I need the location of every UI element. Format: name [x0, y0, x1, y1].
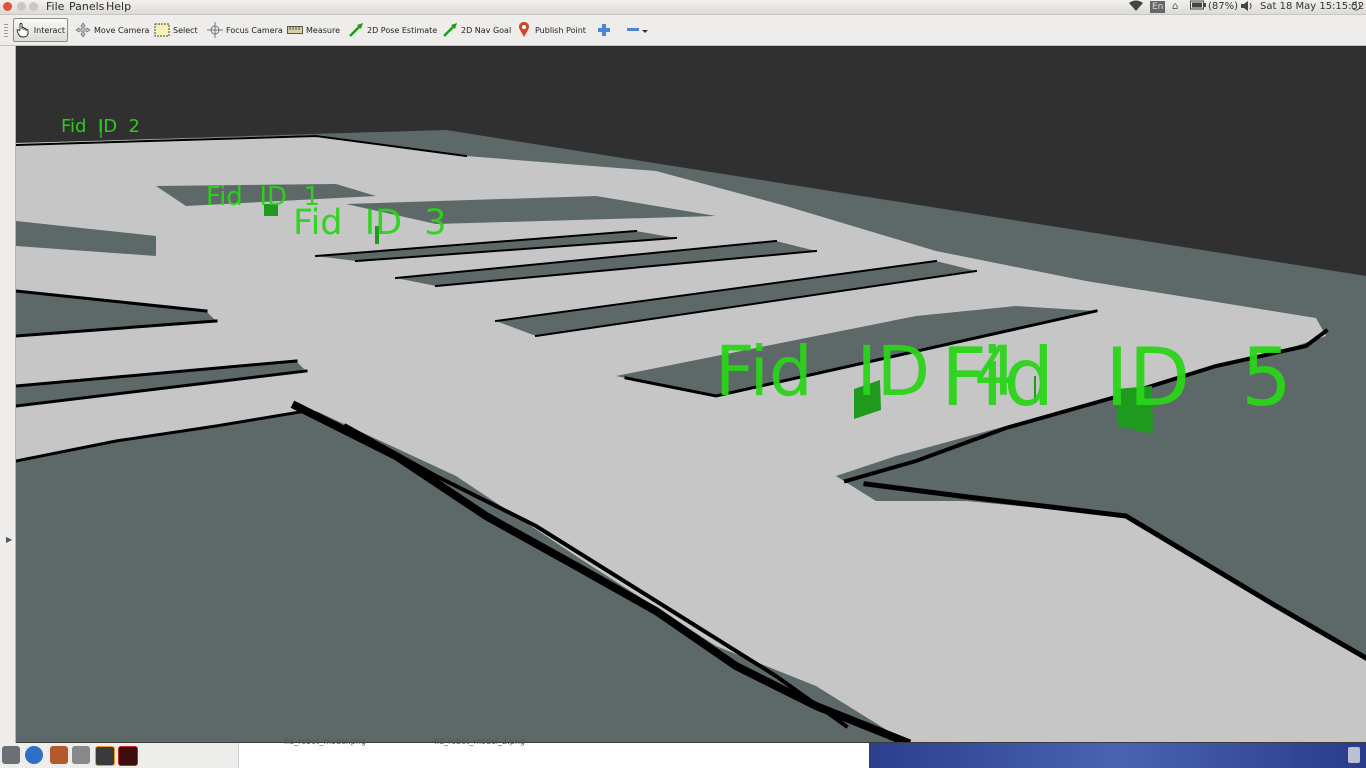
desktop-background	[869, 743, 1366, 768]
file-item[interactable]: fid_robot_model_2.png	[434, 737, 525, 746]
tool-measure[interactable]: Measure	[285, 18, 342, 42]
keyboard-layout-indicator[interactable]: En	[1150, 1, 1166, 13]
close-window-icon[interactable]	[3, 2, 12, 11]
remove-tool-button[interactable]	[624, 18, 652, 42]
tool-label: Focus Camera	[226, 25, 283, 35]
green-arrow-icon	[442, 22, 458, 38]
trash-icon[interactable]	[1348, 747, 1360, 763]
file-manager-icon[interactable]	[50, 746, 68, 764]
tool-publish-point[interactable]: Publish Point	[514, 18, 588, 42]
tool-label: Interact	[33, 25, 65, 35]
battery-icon[interactable]	[1190, 0, 1206, 14]
move-camera-icon	[75, 22, 91, 38]
collapsed-side-panel[interactable]: ▶	[0, 46, 16, 744]
map-pin-icon	[516, 22, 532, 38]
fiducial-label-id-2: Fid ID 2	[61, 116, 140, 137]
tool-label: Select	[173, 25, 198, 35]
file-item[interactable]: fid_robot_model.png	[284, 737, 366, 746]
sublime-text-icon[interactable]	[95, 746, 115, 766]
tool-2d-pose-estimate[interactable]: 2D Pose Estimate	[346, 18, 439, 42]
minus-dropdown-icon	[626, 22, 650, 38]
tool-move-camera[interactable]: Move Camera	[73, 18, 151, 42]
terminal-icon[interactable]	[118, 746, 138, 766]
tool-select[interactable]: Select	[152, 18, 200, 42]
bluetooth-icon[interactable]: ⌂	[1172, 0, 1178, 14]
fiducial-label-id-5: Fid ID 5	[941, 331, 1293, 424]
tools-toolbar: Interact Move Camera Select Focus Camera…	[0, 15, 1366, 46]
volume-icon[interactable]	[1240, 0, 1254, 16]
tool-label: Move Camera	[94, 25, 150, 35]
ruler-icon	[287, 22, 303, 38]
menu-file[interactable]: File	[46, 0, 64, 14]
focus-crosshair-icon	[207, 22, 223, 38]
tool-focus-camera[interactable]: Focus Camera	[205, 18, 285, 42]
render-viewport[interactable]: Fid ID 2 Fid ID 1 Fid ID 3 Fid ID 4 Fid …	[16, 46, 1366, 742]
file-browser-window: fid_robot_model.png fid_robot_model_2.pn…	[238, 737, 870, 768]
tool-label: Publish Point	[535, 25, 586, 35]
power-icon[interactable]	[1350, 0, 1362, 16]
minimize-window-icon[interactable]	[17, 2, 26, 11]
menu-help[interactable]: Help	[106, 0, 131, 14]
toolbar-grip[interactable]	[4, 24, 8, 38]
maximize-window-icon[interactable]	[29, 2, 38, 11]
browser-icon[interactable]	[25, 746, 43, 764]
clock[interactable]: Sat 18 May 15:15:52	[1260, 0, 1364, 14]
tool-interact[interactable]: Interact	[13, 18, 68, 42]
add-tool-button[interactable]	[594, 18, 614, 42]
image-viewer-icon[interactable]	[72, 746, 90, 764]
battery-percent: (87%)	[1208, 1, 1239, 12]
system-menubar: File Panels Help En ⌂ (87%) Sat 18 May 1…	[0, 0, 1366, 15]
tool-label: Measure	[306, 25, 340, 35]
tool-label: 2D Nav Goal	[461, 25, 512, 35]
tool-label: 2D Pose Estimate	[367, 25, 438, 35]
green-arrow-icon	[348, 22, 364, 38]
plus-icon	[596, 22, 612, 38]
tool-2d-nav-goal[interactable]: 2D Nav Goal	[440, 18, 513, 42]
expand-panel-arrow-icon[interactable]: ▶	[6, 535, 12, 544]
menu-panels[interactable]: Panels	[69, 0, 104, 14]
fiducial-label-id-3: Fid ID 3	[293, 203, 447, 243]
select-box-icon	[154, 22, 170, 38]
dash-home-icon[interactable]	[2, 746, 20, 764]
hand-pointer-icon	[16, 22, 31, 38]
